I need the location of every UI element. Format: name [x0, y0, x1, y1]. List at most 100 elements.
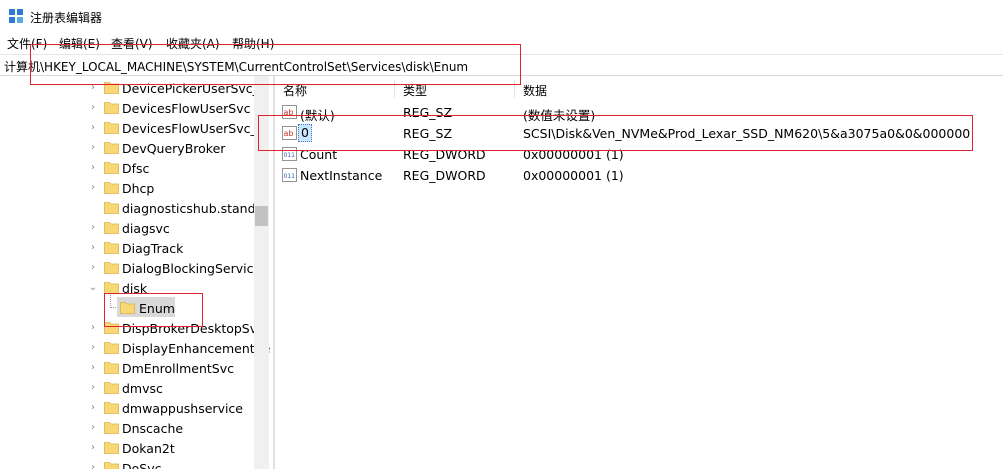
tree-item-label: Dfsc — [122, 161, 150, 176]
expand-arrow-icon[interactable]: › — [88, 142, 98, 154]
expand-arrow-icon[interactable]: › — [88, 322, 98, 334]
tree-item[interactable]: › Dfsc — [0, 158, 254, 178]
tree-item[interactable]: › DevQueryBroker — [0, 138, 254, 158]
value-row[interactable]: 011 Count REG_DWORD 0x00000001 (1) — [276, 144, 1003, 164]
pane-splitter[interactable] — [273, 76, 275, 469]
tree-item[interactable]: Enum — [0, 298, 254, 318]
tree-item[interactable]: ⌄ disk — [0, 278, 254, 298]
menu-bar: 文件(F) 编辑(E) 查看(V) 收藏夹(A) 帮助(H) — [0, 33, 1003, 53]
values-list[interactable]: 名称 类型 数据 ab (默认) REG_SZ (数值未设置) ab 0 REG_SZ SCS… — [276, 76, 1003, 469]
value-row[interactable]: 011 NextInstance REG_DWORD 0x00000001 (1) — [276, 165, 1003, 185]
svg-text:ab: ab — [284, 129, 294, 138]
tree-scrollbar-thumb[interactable] — [255, 206, 268, 226]
value-data: 0x00000001 (1) — [523, 147, 624, 162]
tree-item-label: Enum — [139, 301, 175, 316]
address-bar[interactable]: 计算机\HKEY_LOCAL_MACHINE\SYSTEM\CurrentCon… — [0, 54, 1003, 76]
value-type: REG_DWORD — [403, 168, 486, 183]
tree-item-label: DialogBlockingService — [122, 261, 262, 276]
title-bar: 注册表编辑器 — [0, 0, 1003, 32]
expand-arrow-icon[interactable]: › — [88, 442, 98, 454]
folder-icon — [104, 382, 119, 394]
tree-item-label: DisplayEnhancementSe — [122, 341, 270, 356]
column-header-type[interactable]: 类型 — [403, 82, 427, 99]
tree-item-label: DmEnrollmentSvc — [122, 361, 234, 376]
value-type: REG_SZ — [403, 105, 453, 120]
folder-icon — [120, 302, 135, 314]
expand-arrow-icon[interactable]: › — [88, 242, 98, 254]
expand-arrow-icon[interactable]: › — [88, 182, 98, 194]
tree-item[interactable]: › DispBrokerDesktopSvc — [0, 318, 264, 338]
tree-item-label: DiagTrack — [122, 241, 184, 256]
tree-item-label: DevicePickerUserSvc_7 — [122, 81, 267, 96]
tree-item[interactable]: › dmvsc — [0, 378, 254, 398]
string-value-icon: ab — [282, 105, 297, 119]
value-name[interactable]: (默认) — [300, 105, 335, 124]
folder-icon — [104, 122, 119, 134]
value-name[interactable]: NextInstance — [300, 168, 382, 183]
tree-item-label: DevicesFlowUserSvc — [122, 101, 251, 116]
column-separator[interactable] — [514, 80, 515, 98]
tree-item[interactable]: › DevicePickerUserSvc_7 — [0, 78, 267, 98]
value-data: (数值未设置) — [523, 108, 596, 123]
tree-item[interactable]: › Dokan2t — [0, 438, 254, 458]
tree-item-label: DevicesFlowUserSvc_7- — [122, 121, 270, 136]
tree-item[interactable]: › DevicesFlowUserSvc — [0, 98, 254, 118]
expand-arrow-icon[interactable]: › — [88, 162, 98, 174]
value-name[interactable]: 0 — [298, 124, 312, 142]
tree-item[interactable]: › DisplayEnhancementSe — [0, 338, 270, 358]
tree-item[interactable]: › Dhcp — [0, 178, 254, 198]
column-header-data[interactable]: 数据 — [523, 82, 547, 99]
tree-item[interactable]: › dmwappushservice — [0, 398, 254, 418]
folder-icon — [104, 462, 119, 469]
window-title: 注册表编辑器 — [30, 11, 103, 25]
expand-arrow-icon[interactable]: › — [88, 382, 98, 394]
folder-icon — [104, 102, 119, 114]
svg-text:ab: ab — [284, 108, 294, 117]
menu-help[interactable]: 帮助(H) — [232, 35, 274, 52]
tree-item[interactable]: › DoSvc — [0, 458, 254, 469]
svg-text:011: 011 — [284, 152, 296, 159]
folder-icon — [104, 322, 119, 334]
key-tree[interactable]: › DevicePickerUserSvc_7 › DevicesFlowUserSv… — [0, 76, 270, 469]
value-name[interactable]: Count — [300, 147, 337, 162]
expand-arrow-icon[interactable]: › — [88, 362, 98, 374]
expand-arrow-icon[interactable]: › — [88, 102, 98, 114]
tree-item[interactable]: › Dnscache — [0, 418, 254, 438]
value-data: SCSI\Disk&Ven_NVMe&Prod_Lexar_SSD_NM620\… — [523, 126, 971, 141]
expand-arrow-icon[interactable]: › — [88, 122, 98, 134]
menu-file[interactable]: 文件(F) — [7, 35, 47, 52]
tree-item[interactable]: › DialogBlockingService — [0, 258, 261, 278]
menu-edit[interactable]: 编辑(E) — [59, 35, 100, 52]
address-path[interactable]: 计算机\HKEY_LOCAL_MACHINE\SYSTEM\CurrentCon… — [4, 58, 468, 75]
tree-scrollbar[interactable] — [254, 76, 269, 469]
tree-item[interactable]: › DevicesFlowUserSvc_7- — [0, 118, 269, 138]
expand-arrow-icon[interactable]: › — [88, 462, 98, 469]
value-type: REG_DWORD — [403, 147, 486, 162]
collapse-arrow-icon[interactable]: ⌄ — [88, 282, 98, 294]
value-row[interactable]: ab (默认) REG_SZ (数值未设置) — [276, 102, 1003, 124]
expand-arrow-icon[interactable]: › — [88, 342, 98, 354]
menu-view[interactable]: 查看(V) — [111, 35, 153, 52]
tree-item[interactable]: › DiagTrack — [0, 238, 254, 258]
tree-item[interactable]: diagnosticshub.standa — [0, 198, 263, 218]
tree-item-label: dmvsc — [122, 381, 163, 396]
dword-value-icon: 011 — [282, 147, 297, 161]
expand-arrow-icon[interactable]: › — [88, 82, 98, 94]
folder-icon — [104, 222, 119, 234]
expand-arrow-icon[interactable]: › — [88, 422, 98, 434]
column-header-name[interactable]: 名称 — [283, 82, 307, 99]
folder-icon — [104, 342, 119, 354]
regedit-app-icon — [9, 9, 23, 23]
no-arrow-spacer — [88, 202, 98, 214]
value-row[interactable]: ab 0 REG_SZ SCSI\Disk&Ven_NVMe&Prod_Lexar_S… — [276, 123, 1003, 143]
expand-arrow-icon[interactable]: › — [88, 262, 98, 274]
tree-item-label: diagsvc — [122, 221, 170, 236]
menu-favorites[interactable]: 收藏夹(A) — [166, 35, 220, 52]
folder-icon — [104, 162, 119, 174]
expand-arrow-icon[interactable]: › — [88, 402, 98, 414]
tree-item[interactable]: › diagsvc — [0, 218, 254, 238]
expand-arrow-icon[interactable]: › — [88, 222, 98, 234]
dword-value-icon: 011 — [282, 168, 297, 182]
column-separator[interactable] — [394, 80, 395, 98]
tree-item[interactable]: › DmEnrollmentSvc — [0, 358, 254, 378]
